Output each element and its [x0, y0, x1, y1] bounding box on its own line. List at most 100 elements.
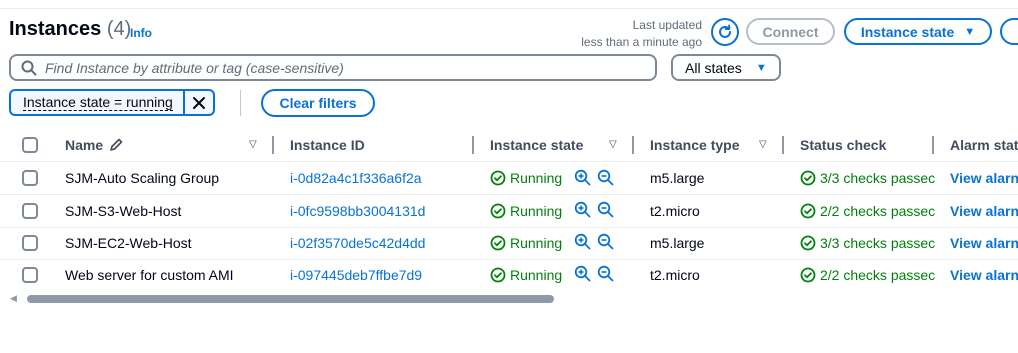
- zoom-controls: [574, 169, 614, 186]
- last-updated-value: less than a minute ago: [581, 35, 702, 49]
- status-check: 3/3 checks passec: [800, 235, 935, 251]
- row-checkbox[interactable]: [22, 235, 38, 251]
- view-alarms-link[interactable]: View alarn: [950, 267, 1018, 283]
- pencil-icon: [110, 138, 123, 151]
- info-link[interactable]: Info: [130, 26, 152, 40]
- check-circle-icon: [490, 170, 506, 186]
- instance-type: m5.large: [650, 170, 705, 186]
- instance-type: t2.micro: [650, 267, 700, 283]
- check-circle-icon: [800, 267, 816, 283]
- zoom-in-icon[interactable]: [574, 201, 591, 218]
- remove-filter-button[interactable]: [185, 91, 213, 114]
- check-circle-icon: [490, 203, 506, 219]
- clear-filters-button[interactable]: Clear filters: [261, 89, 375, 117]
- state-text: Running: [510, 203, 563, 219]
- table-row[interactable]: SJM-EC2-Web-Host i-02f3570de5c42d4dd Run…: [0, 228, 1018, 260]
- sort-caret-icon[interactable]: ▽: [759, 139, 767, 150]
- scrollbar-thumb[interactable]: [27, 295, 554, 303]
- state-text: Running: [510, 235, 563, 251]
- last-updated: Last updated less than a minute ago: [570, 17, 702, 51]
- zoom-controls: [574, 201, 614, 218]
- zoom-out-icon[interactable]: [597, 265, 614, 282]
- search-input[interactable]: [45, 59, 625, 76]
- check-circle-icon: [800, 170, 816, 186]
- sort-caret-icon[interactable]: ▽: [249, 139, 257, 150]
- instance-state: Running: [490, 235, 562, 251]
- zoom-in-icon[interactable]: [574, 169, 591, 186]
- column-header-instance-type[interactable]: Instance type: [650, 137, 739, 153]
- column-resizer[interactable]: [632, 136, 634, 154]
- table-row[interactable]: SJM-Auto Scaling Group i-0d82a4c1f336a6f…: [0, 162, 1018, 194]
- zoom-in-icon[interactable]: [574, 233, 591, 250]
- column-header-instance-state[interactable]: Instance state: [490, 137, 583, 153]
- status-check: 2/2 checks passec: [800, 267, 935, 283]
- states-select-value: All states: [685, 59, 742, 76]
- zoom-out-icon[interactable]: [597, 233, 614, 250]
- state-text: Running: [510, 170, 563, 186]
- filter-token[interactable]: Instance state = running: [9, 89, 215, 116]
- column-header-instance-id[interactable]: Instance ID: [290, 137, 365, 153]
- row-checkbox[interactable]: [22, 267, 38, 283]
- view-alarms-link[interactable]: View alarn: [950, 170, 1018, 186]
- close-icon: [192, 96, 205, 109]
- row-checkbox[interactable]: [22, 170, 38, 186]
- search-field[interactable]: [9, 54, 657, 81]
- instance-id-link[interactable]: i-0d82a4c1f336a6f2a: [290, 170, 422, 186]
- zoom-controls: [574, 265, 614, 282]
- instance-state: Running: [490, 170, 562, 186]
- check-circle-icon: [800, 235, 816, 251]
- divider: [240, 90, 241, 116]
- select-all-checkbox[interactable]: [22, 137, 38, 153]
- instance-name: SJM-S3-Web-Host: [65, 203, 182, 219]
- column-header-alarm-status[interactable]: Alarm stat: [950, 137, 1018, 153]
- instance-state: Running: [490, 203, 562, 219]
- instance-state-button[interactable]: Instance state ▼: [844, 18, 992, 45]
- status-check: 2/2 checks passec: [800, 203, 935, 219]
- column-header-name[interactable]: Name: [65, 137, 123, 153]
- caret-down-icon: ▼: [755, 61, 767, 74]
- status-text: 2/2 checks passec: [820, 203, 936, 219]
- column-header-status-check[interactable]: Status check: [800, 137, 886, 153]
- state-text: Running: [510, 267, 563, 283]
- instance-id-link[interactable]: i-02f3570de5c42d4dd: [290, 235, 425, 251]
- table-row[interactable]: Web server for custom AMI i-097445deb7ff…: [0, 260, 1018, 290]
- zoom-out-icon[interactable]: [597, 169, 614, 186]
- refresh-button[interactable]: [711, 18, 739, 46]
- page-title: Instances (4): [9, 18, 131, 41]
- instance-type: t2.micro: [650, 203, 700, 219]
- table-row[interactable]: SJM-S3-Web-Host i-0fc9598bb3004131d Runn…: [0, 195, 1018, 227]
- column-resizer[interactable]: [472, 136, 474, 154]
- instance-id-link[interactable]: i-0fc9598bb3004131d: [290, 203, 425, 219]
- zoom-controls: [574, 233, 614, 250]
- filter-token-label[interactable]: Instance state = running: [11, 91, 185, 114]
- zoom-out-icon[interactable]: [597, 201, 614, 218]
- instance-state-button-label: Instance state: [860, 23, 955, 40]
- instance-name: SJM-EC2-Web-Host: [65, 235, 192, 251]
- instance-name: Web server for custom AMI: [65, 267, 234, 283]
- sort-caret-icon[interactable]: ▽: [609, 139, 617, 150]
- caret-down-icon: ▼: [964, 25, 976, 38]
- instance-state: Running: [490, 267, 562, 283]
- instance-name: SJM-Auto Scaling Group: [65, 170, 220, 186]
- connect-button[interactable]: Connect: [746, 18, 835, 45]
- instance-count: (4): [106, 18, 132, 40]
- column-label-name: Name: [65, 137, 104, 153]
- check-circle-icon: [800, 203, 816, 219]
- row-checkbox[interactable]: [22, 203, 38, 219]
- check-circle-icon: [490, 267, 506, 283]
- status-text: 2/2 checks passec: [820, 267, 936, 283]
- view-alarms-link[interactable]: View alarn: [950, 203, 1018, 219]
- view-alarms-link[interactable]: View alarn: [950, 235, 1018, 251]
- actions-button[interactable]: [1000, 18, 1018, 45]
- zoom-in-icon[interactable]: [574, 265, 591, 282]
- states-select[interactable]: All states ▼: [671, 54, 781, 81]
- instance-id-link[interactable]: i-097445deb7ffbe7d9: [290, 267, 422, 283]
- status-text: 3/3 checks passec: [820, 170, 936, 186]
- column-resizer[interactable]: [272, 136, 274, 154]
- title-text: Instances: [9, 18, 102, 40]
- status-text: 3/3 checks passec: [820, 235, 936, 251]
- column-resizer[interactable]: [932, 136, 934, 154]
- column-resizer[interactable]: [782, 136, 784, 154]
- top-divider: [0, 8, 1018, 9]
- status-check: 3/3 checks passec: [800, 170, 935, 186]
